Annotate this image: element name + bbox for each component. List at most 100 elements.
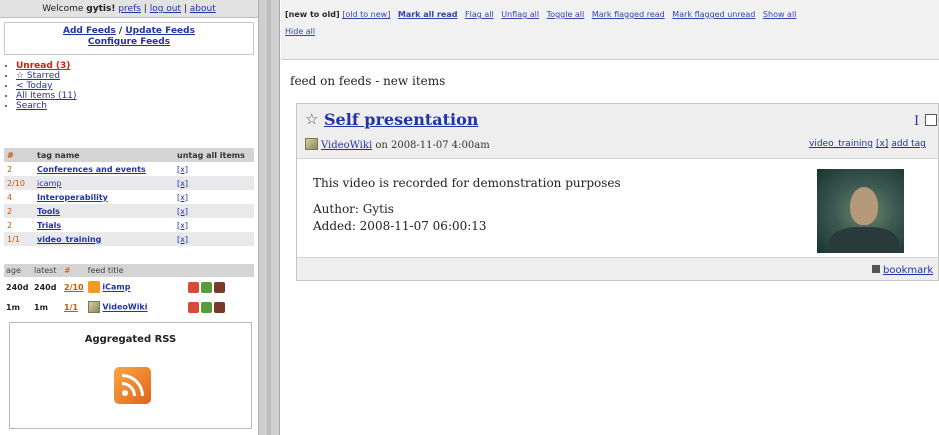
about-link[interactable]: about — [190, 4, 216, 14]
tag-link[interactable]: Conferences and events — [37, 165, 146, 174]
tag-link[interactable]: video_training — [37, 235, 101, 244]
feed-age: 1m — [6, 302, 20, 312]
today-link[interactable]: < Today — [16, 81, 52, 91]
bookmark-link[interactable]: bookmark — [872, 265, 933, 276]
item-date: on 2008-11-07 4:00am — [372, 140, 490, 151]
tag-link[interactable]: Interoperability — [37, 193, 108, 202]
mark-flagged-read-link[interactable]: Mark flagged read — [592, 10, 665, 19]
untag-link[interactable]: [x] — [177, 207, 188, 216]
feed-count-link[interactable]: 1/1 — [64, 303, 78, 312]
tag-name-header[interactable]: tag name — [34, 148, 174, 162]
tag-link[interactable]: Trials — [37, 221, 61, 230]
aggregated-rss-box: Aggregated RSS — [9, 322, 252, 429]
tag-link[interactable]: Tools — [37, 207, 60, 216]
nav-item-search: Search — [16, 101, 258, 111]
delete-feed-icon[interactable] — [188, 281, 200, 293]
show-all-link[interactable]: Show all — [763, 10, 796, 19]
trash-icon[interactable] — [214, 281, 226, 293]
sort-old-to-new-link[interactable]: [old to new] — [342, 10, 390, 19]
tag-count-header[interactable]: # — [4, 148, 34, 162]
feed-actions — [186, 297, 254, 317]
tag-count: 2 — [7, 164, 13, 174]
nav-item-today: < Today — [16, 81, 258, 91]
nav-item-starred: ☆ Starred — [16, 71, 258, 81]
slash-separator: / — [115, 26, 126, 36]
mark-flagged-unread-link[interactable]: Mark flagged unread — [672, 10, 755, 19]
welcome-prefix: Welcome — [42, 4, 87, 14]
tags-table: # tag name untag all items 2 Conferences… — [4, 148, 254, 246]
feed-title-link[interactable]: iCamp — [102, 283, 130, 292]
edit-feed-icon[interactable] — [201, 281, 213, 293]
item-tag-link[interactable]: video_training — [809, 139, 873, 149]
feed-title-link[interactable]: VideoWiki — [102, 303, 147, 312]
update-feeds-link[interactable]: Update Feeds — [125, 26, 195, 36]
item-header: ☆ Self presentation VideoWiki on 2008-11… — [297, 104, 938, 156]
table-row: 240d 240d 2/10 iCamp — [4, 277, 254, 297]
untag-link[interactable]: [x] — [177, 193, 188, 202]
feed-item: ☆ Self presentation VideoWiki on 2008-11… — [296, 103, 939, 281]
item-description: This video is recorded for demonstration… — [313, 175, 621, 235]
latest-header[interactable]: latest — [32, 264, 62, 277]
unflag-all-link[interactable]: Unflag all — [501, 10, 539, 19]
feed-count-link[interactable]: 2/10 — [64, 283, 84, 292]
bookmark-label: bookmark — [883, 265, 934, 276]
feed-latest: 240d — [34, 282, 57, 292]
delete-feed-icon[interactable] — [188, 301, 200, 313]
age-header[interactable]: age — [4, 264, 32, 277]
item-info-icon[interactable]: I — [914, 114, 919, 129]
feed-count-header[interactable]: # — [62, 264, 86, 277]
untag-link[interactable]: [x] — [177, 235, 188, 244]
welcome-bang: ! — [111, 4, 116, 14]
author-text: Author: Gytis — [313, 202, 394, 216]
remove-tag-link[interactable]: [x] — [876, 139, 888, 149]
feed-actions — [186, 277, 254, 297]
tag-link[interactable]: icamp — [37, 179, 61, 188]
rss-icon[interactable] — [114, 367, 151, 404]
untag-link[interactable]: [x] — [177, 179, 188, 188]
page-title: feed on feeds - new items — [290, 74, 446, 88]
videowiki-feed-icon[interactable] — [87, 301, 100, 313]
bookmark-icon — [872, 265, 880, 273]
starred-link[interactable]: ☆ Starred — [16, 71, 60, 81]
table-row: 4 Interoperability [x] — [4, 190, 254, 204]
table-row: 1/1 video_training [x] — [4, 232, 254, 246]
search-link[interactable]: Search — [16, 101, 47, 111]
added-text: Added: 2008-11-07 06:00:13 — [313, 219, 487, 233]
add-feeds-link[interactable]: Add Feeds — [63, 26, 116, 36]
frame-splitter[interactable] — [258, 0, 280, 435]
unread-link[interactable]: Unread (3) — [16, 61, 70, 71]
trash-icon[interactable] — [214, 301, 226, 313]
all-items-link[interactable]: All Items (11) — [16, 91, 77, 101]
flag-checkbox[interactable] — [925, 114, 937, 126]
item-toolbar: [new to old] [old to new] Mark all read … — [281, 0, 939, 60]
rss-feed-icon[interactable] — [87, 281, 100, 293]
video-thumbnail[interactable] — [817, 169, 904, 253]
item-meta: VideoWiki on 2008-11-07 4:00am — [305, 138, 490, 151]
untag-link[interactable]: [x] — [177, 221, 188, 230]
flag-all-link[interactable]: Flag all — [465, 10, 494, 19]
star-icon[interactable]: ☆ — [305, 110, 318, 128]
hide-all-link[interactable]: Hide all — [285, 27, 315, 36]
item-source-link[interactable]: VideoWiki — [321, 140, 372, 151]
mark-all-read-link[interactable]: Mark all read — [398, 10, 458, 19]
table-row: 1m 1m 1/1 VideoWiki — [4, 297, 254, 317]
tag-count: 2 — [4, 204, 34, 218]
aggregated-rss-title: Aggregated RSS — [84, 334, 177, 345]
item-title-link[interactable]: Self presentation — [324, 110, 478, 129]
username: gytis — [86, 4, 112, 14]
tags-header-row: # tag name untag all items — [4, 148, 254, 162]
item-tags: video_training [x] add tag — [809, 139, 929, 149]
sidebar: Welcome gytis! prefs | log out | about A… — [0, 0, 258, 435]
feed-actions-box: Add Feeds / Update Feeds Configure Feeds — [4, 22, 254, 55]
prefs-link[interactable]: prefs — [118, 4, 141, 14]
toggle-all-link[interactable]: Toggle all — [547, 10, 585, 19]
logout-link[interactable]: log out — [150, 4, 181, 14]
untag-link[interactable]: [x] — [177, 165, 188, 174]
table-row: 2 Tools [x] — [4, 204, 254, 218]
untag-header: untag all items — [174, 148, 254, 162]
configure-feeds-link[interactable]: Configure Feeds — [88, 37, 170, 47]
tag-count: 2/10 — [4, 176, 34, 190]
feed-title-header[interactable]: feed title — [85, 264, 254, 277]
add-tag-link[interactable]: add tag — [891, 139, 926, 149]
edit-feed-icon[interactable] — [201, 301, 213, 313]
